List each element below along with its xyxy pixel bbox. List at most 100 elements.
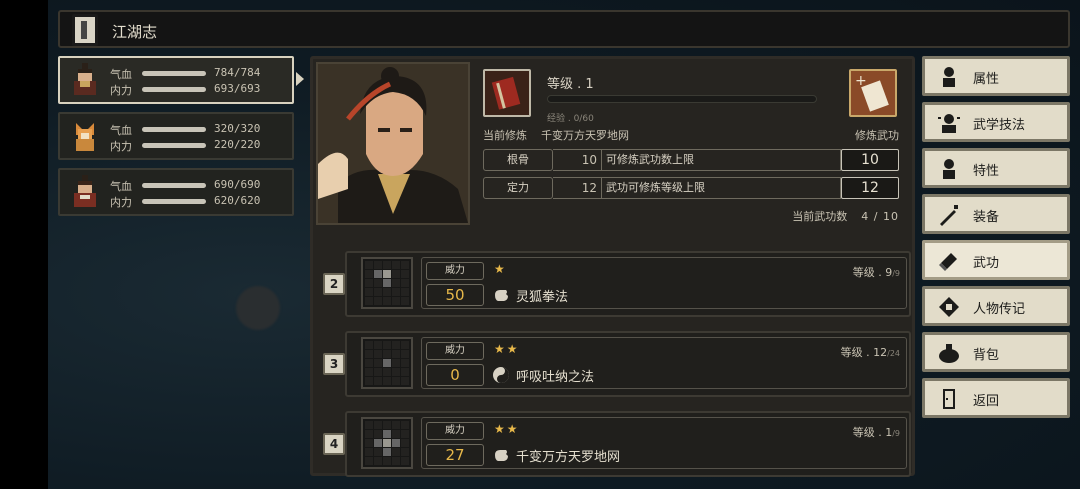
practice-skill-label: 修炼武功 xyxy=(855,129,899,142)
martial-arts-panel: 等级 . 1 经验 . 0/60 + 当前修炼 千变万方天罗地网 修炼武功 根骨 … xyxy=(310,56,915,477)
skill-name: 千变万方天罗地网 xyxy=(516,450,621,465)
skill-pattern-grid xyxy=(361,417,413,469)
power-label: 威力 xyxy=(426,342,484,360)
sword-icon xyxy=(940,205,958,226)
menu-label: 人物传记 xyxy=(973,302,1026,317)
exp-text: 经验 . 0/60 xyxy=(547,114,594,124)
hp-label: 气血 xyxy=(110,180,132,193)
attribute-row: 根骨 10 可修炼武功数上限 10 xyxy=(483,149,903,171)
current-practice: 当前修炼 千变万方天罗地网 xyxy=(483,127,629,143)
hp-value: 784/784 xyxy=(214,66,261,79)
menu-label: 背包 xyxy=(973,348,1000,363)
attribute-result: 12 xyxy=(841,177,899,199)
current-practice-label: 当前修炼 xyxy=(483,129,527,142)
mp-stat: 内力 693/693 xyxy=(110,82,290,97)
skill-count-label: 当前武功数 xyxy=(792,210,848,223)
hp-value: 690/690 xyxy=(214,178,261,191)
hero-portrait xyxy=(316,62,470,225)
skill-name: 灵狐拳法 xyxy=(516,290,569,305)
character-portrait-icon xyxy=(74,63,96,95)
attribute-value: 10 xyxy=(553,149,601,171)
svg-text:+: + xyxy=(855,73,867,89)
mp-bar xyxy=(142,199,206,204)
skill-index: 2 xyxy=(323,273,345,295)
skill-card: 威力 50 ★ 等级 . 9/9 灵狐拳法 xyxy=(345,251,911,317)
skill-row-4[interactable]: 4 威力 27 ★★ 等级 . 1/9 千变万方天罗地网 xyxy=(323,411,911,477)
skill-details: 威力 27 ★★ 等级 . 1/9 千变万方天罗地网 xyxy=(421,417,907,469)
selection-arrow-icon xyxy=(296,72,304,86)
skill-count: 当前武功数 4 / 10 xyxy=(792,208,899,224)
attribute-result: 10 xyxy=(841,149,899,171)
menu-label: 武功 xyxy=(973,256,1000,271)
menu-biography[interactable]: 人物传记 xyxy=(922,286,1070,326)
title-bar: 江湖志 xyxy=(58,10,1070,48)
skill-index: 3 xyxy=(323,353,345,375)
hp-stat: 气血 784/784 xyxy=(110,66,290,81)
attribute-desc: 武功可修炼等级上限 xyxy=(601,177,841,199)
mp-label: 内力 xyxy=(110,140,132,153)
menu-back[interactable]: 返回 xyxy=(922,378,1070,418)
party-member-3[interactable]: 气血 690/690 内力 620/620 xyxy=(58,168,294,216)
star-rating: ★★ xyxy=(494,342,520,356)
attribute-value: 12 xyxy=(553,177,601,199)
person-icon xyxy=(943,159,955,179)
menu-martial-arts[interactable]: 武功 xyxy=(922,240,1070,280)
skill-level: 等级 . 12/24 xyxy=(840,346,900,359)
character-portrait-icon xyxy=(74,175,96,207)
skill-index: 4 xyxy=(323,433,345,455)
skill-level: 等级 . 1/9 xyxy=(852,426,900,439)
attribute-name: 根骨 xyxy=(483,149,553,171)
attribute-row: 定力 12 武功可修炼等级上限 12 xyxy=(483,177,903,199)
skill-card: 威力 27 ★★ 等级 . 1/9 千变万方天罗地网 xyxy=(345,411,911,477)
menu-label: 特性 xyxy=(973,164,1000,179)
attribute-desc: 可修炼武功数上限 xyxy=(601,149,841,171)
exp-bar xyxy=(547,95,817,103)
menu-label: 武学技法 xyxy=(973,118,1026,133)
hp-label: 气血 xyxy=(110,124,132,137)
mp-value: 220/220 xyxy=(214,138,261,151)
skill-row-2[interactable]: 2 威力 50 ★ 等级 . 9/9 灵狐拳法 xyxy=(323,251,911,317)
menu-attributes[interactable]: 属性 xyxy=(922,56,1070,96)
mp-value: 693/693 xyxy=(214,82,261,95)
scroll-icon xyxy=(939,297,959,317)
door-icon xyxy=(943,389,955,409)
hp-bar xyxy=(142,127,206,132)
hp-stat: 气血 690/690 xyxy=(110,178,290,193)
hp-stat: 气血 320/320 xyxy=(110,122,290,137)
mp-stat: 内力 620/620 xyxy=(110,194,290,209)
menu-inventory[interactable]: 背包 xyxy=(922,332,1070,372)
menu-label: 返回 xyxy=(973,394,1000,409)
menu-equipment[interactable]: 装备 xyxy=(922,194,1070,234)
mp-stat: 内力 220/220 xyxy=(110,138,290,153)
fist-icon xyxy=(495,450,508,461)
bag-icon xyxy=(939,344,959,363)
journal-icon xyxy=(72,14,98,46)
menu-martial-techniques[interactable]: 武学技法 xyxy=(922,102,1070,142)
red-book-icon xyxy=(483,69,531,117)
person-burst-icon xyxy=(938,114,960,133)
party-member-2[interactable]: 气血 320/320 内力 220/220 xyxy=(58,112,294,160)
skill-count-value: 4 / 10 xyxy=(861,210,899,223)
skill-pattern-grid xyxy=(361,337,413,389)
skill-row-3[interactable]: 3 威力 0 ★★ 等级 . 12/24 呼吸吐纳之法 xyxy=(323,331,911,397)
practice-skill-button[interactable]: + xyxy=(849,69,897,117)
menu-traits[interactable]: 特性 xyxy=(922,148,1070,188)
power-label: 威力 xyxy=(426,262,484,280)
hp-bar xyxy=(142,183,206,188)
mp-label: 内力 xyxy=(110,84,132,97)
skill-card: 威力 0 ★★ 等级 . 12/24 呼吸吐纳之法 xyxy=(345,331,911,397)
current-practice-value: 千变万方天罗地网 xyxy=(541,129,629,142)
hp-label: 气血 xyxy=(110,68,132,81)
party-member-1[interactable]: 气血 784/784 内力 693/693 xyxy=(58,56,294,104)
mp-label: 内力 xyxy=(110,196,132,209)
mp-bar xyxy=(142,87,206,92)
mp-bar xyxy=(142,143,206,148)
yin-yang-icon xyxy=(493,367,509,383)
hp-bar xyxy=(142,71,206,76)
background-cloud xyxy=(236,286,280,330)
power-value: 0 xyxy=(426,364,484,386)
skill-info: 等级 . 1 经验 . 0/60 + 当前修炼 千变万方天罗地网 修炼武功 根骨 … xyxy=(483,63,909,229)
skill-name: 呼吸吐纳之法 xyxy=(516,370,595,385)
hero-portrait-image xyxy=(318,64,468,223)
power-label: 威力 xyxy=(426,422,484,440)
